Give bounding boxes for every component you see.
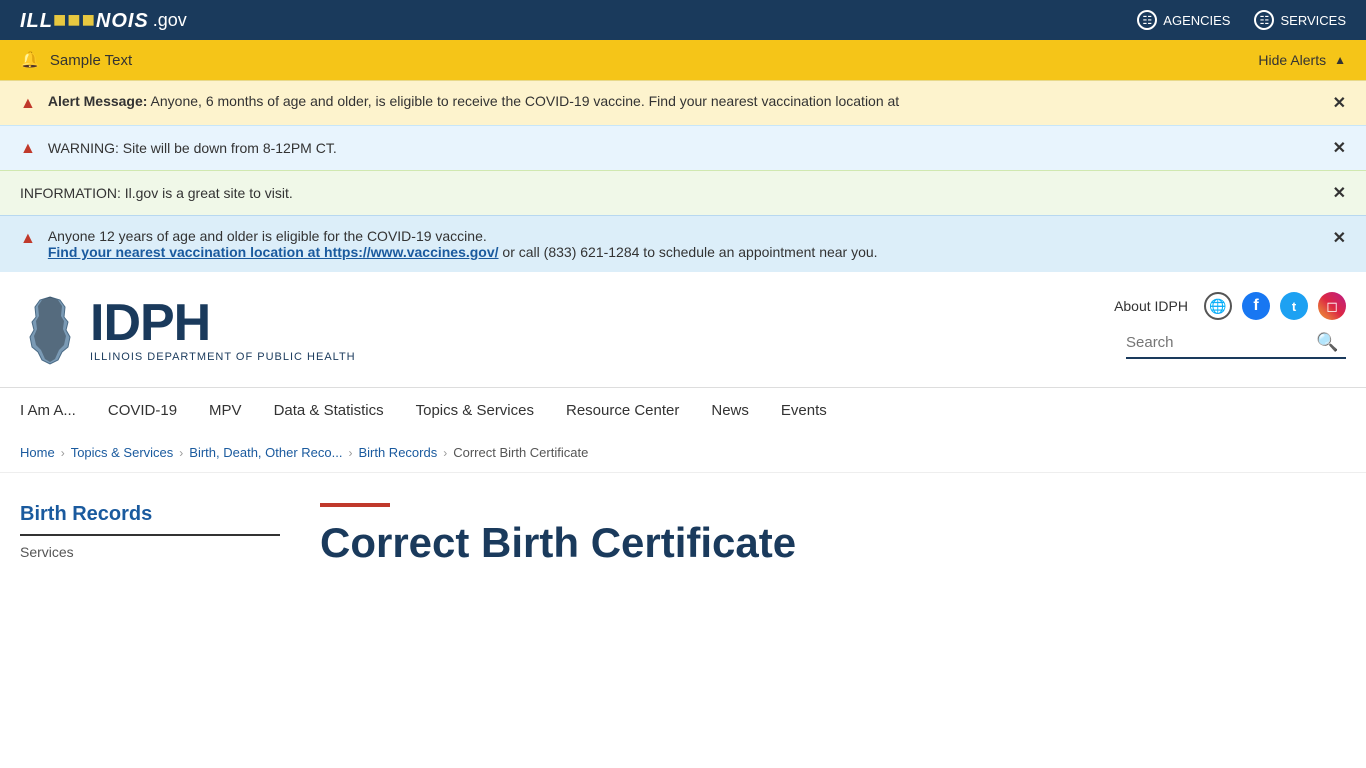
twitter-icon[interactable]: t	[1280, 292, 1308, 320]
alert-covid-vaccine: ▲ Alert Message: Anyone, 6 months of age…	[0, 80, 1366, 125]
close-alert4-button[interactable]: ✕	[1333, 228, 1346, 248]
header-top-links: About IDPH 🌐 f t ◻	[1114, 292, 1346, 320]
search-input[interactable]	[1126, 334, 1316, 351]
alert-site-down-text: WARNING: Site will be down from 8-12PM C…	[48, 140, 337, 156]
sidebar: Birth Records Services	[20, 503, 280, 567]
agencies-link[interactable]: ☷ AGENCIES	[1137, 10, 1230, 30]
idph-full-name: Illinois Department of Public Health	[90, 351, 356, 363]
idph-acronym: IDPH	[90, 297, 356, 349]
breadcrumb-sep-1: ›	[61, 446, 65, 460]
nav-item-covid-19[interactable]: COVID-19	[92, 388, 193, 433]
top-bar: ILL■■■NOIS .gov ☷ AGENCIES ☷ SERVICES	[0, 0, 1366, 40]
breadcrumb: Home › Topics & Services › Birth, Death,…	[0, 433, 1366, 473]
breadcrumb-birth-records[interactable]: Birth Records	[358, 445, 437, 460]
services-icon: ☷	[1254, 10, 1274, 30]
nav-item-topics-services[interactable]: Topics & Services	[400, 388, 550, 433]
close-alert3-button[interactable]: ✕	[1333, 183, 1346, 203]
bell-icon: 🔔	[20, 50, 40, 70]
nav-item-data-statistics[interactable]: Data & Statistics	[258, 388, 400, 433]
alert-label: Alert Message:	[48, 93, 148, 109]
alert-covid-vaccine-text: Alert Message: Anyone, 6 months of age a…	[48, 93, 899, 109]
page-title: Correct Birth Certificate	[320, 519, 1346, 567]
services-label: SERVICES	[1280, 13, 1346, 28]
gov-label: .gov	[153, 10, 187, 31]
warning-icon-3: ▲	[20, 230, 36, 248]
alert-site-down: ▲ WARNING: Site will be down from 8-12PM…	[0, 125, 1366, 170]
nav-item-events[interactable]: Events	[765, 388, 843, 433]
about-idph-link[interactable]: About IDPH	[1114, 298, 1188, 314]
instagram-icon[interactable]: ◻	[1318, 292, 1346, 320]
breadcrumb-sep-4: ›	[443, 446, 447, 460]
breadcrumb-birth-death[interactable]: Birth, Death, Other Reco...	[189, 445, 342, 460]
main-content: Birth Records Services Correct Birth Cer…	[0, 473, 1366, 597]
close-alert1-button[interactable]: ✕	[1333, 93, 1346, 113]
alert-covid-12-left: ▲ Anyone 12 years of age and older is el…	[20, 228, 1333, 260]
agencies-icon: ☷	[1137, 10, 1157, 30]
red-accent-bar	[320, 503, 390, 507]
search-box: 🔍	[1126, 332, 1346, 359]
alert4-text: Anyone 12 years of age and older is elig…	[48, 228, 487, 244]
nav-item-i-am-a[interactable]: I Am A...	[20, 388, 92, 433]
alert-site-down-left: ▲ WARNING: Site will be down from 8-12PM…	[20, 138, 1333, 158]
sample-text-label: Sample Text	[50, 52, 132, 69]
header-right: About IDPH 🌐 f t ◻ 🔍	[1114, 292, 1346, 359]
navigation-bar: I Am A... COVID-19 MPV Data & Statistics…	[0, 387, 1366, 433]
sidebar-divider	[20, 534, 280, 536]
globe-icon[interactable]: 🌐	[1204, 292, 1232, 320]
close-alert2-button[interactable]: ✕	[1333, 138, 1346, 158]
sample-text-alert: 🔔 Sample Text Hide Alerts ▲	[0, 40, 1366, 80]
breadcrumb-sep-3: ›	[348, 446, 352, 460]
illinois-state-shape	[20, 292, 80, 367]
alert-covid-vaccine-left: ▲ Alert Message: Anyone, 6 months of age…	[20, 93, 1333, 113]
nav-menu: I Am A... COVID-19 MPV Data & Statistics…	[0, 388, 1366, 433]
alert1-text: Anyone, 6 months of age and older, is el…	[147, 93, 899, 109]
warning-icon-2: ▲	[20, 140, 36, 158]
nav-item-mpv[interactable]: MPV	[193, 388, 258, 433]
content-area: Correct Birth Certificate	[320, 503, 1346, 567]
state-logo[interactable]: ILL■■■NOIS .gov	[20, 7, 187, 33]
alert-information: INFORMATION: Il.gov is a great site to v…	[0, 170, 1366, 215]
breadcrumb-sep-2: ›	[179, 446, 183, 460]
sidebar-services-label: Services	[20, 544, 280, 560]
agencies-label: AGENCIES	[1163, 13, 1230, 28]
top-bar-right: ☷ AGENCIES ☷ SERVICES	[1137, 10, 1346, 30]
chevron-up-icon: ▲	[1334, 53, 1346, 67]
search-button[interactable]: 🔍	[1316, 332, 1338, 353]
logo-text: IDPH Illinois Department of Public Healt…	[90, 297, 356, 363]
sample-text-left: 🔔 Sample Text	[20, 50, 132, 70]
warning-triangle-icon: ▲	[20, 95, 36, 113]
nav-item-news[interactable]: News	[695, 388, 765, 433]
illinois-logo-text: ILL■■■NOIS	[20, 7, 149, 33]
breadcrumb-current: Correct Birth Certificate	[453, 445, 588, 460]
idph-logo[interactable]: IDPH Illinois Department of Public Healt…	[20, 292, 356, 367]
services-link[interactable]: ☷ SERVICES	[1254, 10, 1346, 30]
alert4-suffix: or call (833) 621-1284 to schedule an ap…	[499, 244, 878, 260]
vaccine-location-link[interactable]: Find your nearest vaccination location a…	[48, 244, 499, 260]
alert-information-text: INFORMATION: Il.gov is a great site to v…	[20, 185, 293, 201]
breadcrumb-topics-services[interactable]: Topics & Services	[71, 445, 174, 460]
nav-item-resource-center[interactable]: Resource Center	[550, 388, 695, 433]
sidebar-title[interactable]: Birth Records	[20, 503, 280, 526]
social-icons: 🌐 f t ◻	[1204, 292, 1346, 320]
header: IDPH Illinois Department of Public Healt…	[0, 272, 1366, 367]
alert-information-left: INFORMATION: Il.gov is a great site to v…	[20, 185, 1333, 201]
facebook-icon[interactable]: f	[1242, 292, 1270, 320]
hide-alerts-label: Hide Alerts	[1258, 52, 1326, 68]
breadcrumb-home[interactable]: Home	[20, 445, 55, 460]
hide-alerts-btn[interactable]: Hide Alerts ▲	[1258, 52, 1346, 68]
alert-covid-12-text: Anyone 12 years of age and older is elig…	[48, 228, 878, 260]
alert-covid-12: ▲ Anyone 12 years of age and older is el…	[0, 215, 1366, 272]
